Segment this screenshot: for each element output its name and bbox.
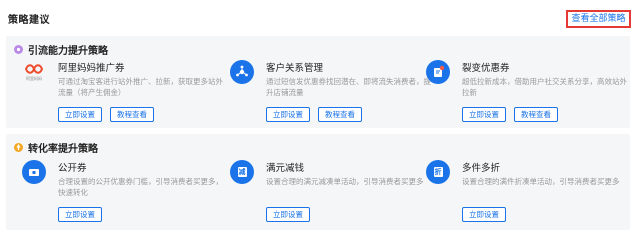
setup-now-button[interactable]: 立即设置 — [58, 207, 102, 222]
strategy-card-multi-discount: 折 多件多折 设置合理的满件折凑单活动，引导消费者买更多 立即设置 — [426, 160, 632, 224]
strategy-card-alimama: 阿里妈妈 阿里妈妈推广券 可通过淘宝客进行站外推广、拉新，获取更多站外流量（将产… — [22, 60, 228, 124]
card-description: 设置合理的满元减凑单活动，引导消费者买更多 — [266, 177, 424, 186]
fission-coupon-icon — [426, 60, 450, 84]
card-title: 裂变优惠券 — [462, 63, 510, 74]
multi-discount-icon: 折 — [426, 160, 450, 184]
strategy-card-full-reduction: 减 满元减钱 设置合理的满元减凑单活动，引导消费者买更多 立即设置 — [230, 160, 436, 224]
setup-now-button[interactable]: 立即设置 — [266, 107, 310, 122]
section-title: 转化率提升策略 — [28, 143, 98, 155]
card-description: 合理设置的公开优惠券门槛，引导消费者买更多，快速转化 — [58, 177, 223, 197]
card-title: 公开券 — [58, 163, 87, 174]
traffic-strategy-section: 引流能力提升策略 阿里妈妈 阿里妈妈推广券 可通过淘宝客进行站外推广、拉新，获取… — [6, 36, 630, 128]
card-title: 满元减钱 — [266, 163, 305, 174]
conversion-strategy-section: 转化率提升策略 公开券 合理设置的公开优惠券门槛，引导消费者买更多，快速转化 立… — [6, 134, 630, 230]
section-header: 引流能力提升策略 — [14, 42, 108, 57]
setup-now-button[interactable]: 立即设置 — [58, 107, 102, 122]
card-description: 设置合理的满件折凑单活动，引导消费者买更多 — [462, 177, 620, 186]
strategy-card-public-coupon: 公开券 合理设置的公开优惠券门槛，引导消费者买更多，快速转化 立即设置 — [22, 160, 228, 224]
setup-now-button[interactable]: 立即设置 — [266, 207, 310, 222]
section-badge-icon — [14, 44, 23, 54]
view-tutorial-button[interactable]: 教程查看 — [318, 107, 362, 122]
card-description: 可通过淘宝客进行站外推广、拉新，获取更多站外流量（将产生佣金） — [58, 77, 223, 97]
page-title: 策略建议 — [8, 15, 50, 26]
setup-now-button[interactable]: 立即设置 — [462, 207, 506, 222]
strategy-card-fission-coupon: 裂变优惠券 超低拉新成本，借助用户社交关系分享，高效站外拉新 立即设置 教程查看 — [426, 60, 632, 124]
card-title: 客户关系管理 — [266, 63, 324, 74]
full-reduction-icon: 减 — [230, 160, 254, 184]
section-header: 转化率提升策略 — [14, 140, 98, 155]
card-description: 通过短信发优惠券找回潜在、即将流失消费者，提升店铺流量 — [266, 77, 431, 97]
view-tutorial-button[interactable]: 教程查看 — [514, 107, 558, 122]
strategy-card-crm: 客户关系管理 通过短信发优惠券找回潜在、即将流失消费者，提升店铺流量 立即设置 … — [230, 60, 436, 124]
section-title: 引流能力提升策略 — [28, 45, 108, 57]
card-description: 超低拉新成本，借助用户社交关系分享，高效站外拉新 — [462, 77, 627, 97]
view-tutorial-button[interactable]: 教程查看 — [110, 107, 154, 122]
full-reduction-glyph: 减 — [237, 167, 247, 177]
public-coupon-icon — [22, 160, 46, 184]
alimama-logo-text: 阿里妈妈 — [26, 75, 42, 81]
multi-discount-glyph: 折 — [433, 167, 443, 177]
card-title: 阿里妈妈推广券 — [58, 63, 125, 74]
card-title: 多件多折 — [462, 163, 501, 174]
setup-now-button[interactable]: 立即设置 — [462, 107, 506, 122]
alimama-logo-icon: 阿里妈妈 — [22, 60, 46, 84]
section-badge-icon — [14, 142, 23, 152]
view-all-strategies-link[interactable]: 查看全部策略 — [566, 10, 631, 28]
crm-icon — [230, 60, 254, 84]
